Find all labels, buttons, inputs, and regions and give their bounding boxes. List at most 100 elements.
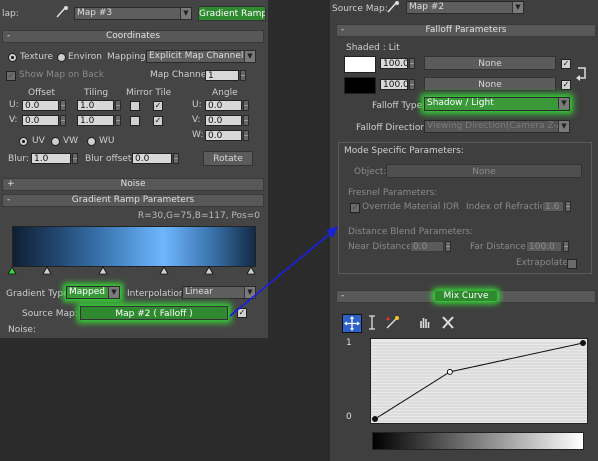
map-type-button[interactable]: Gradient Ramp bbox=[198, 6, 266, 21]
u-angle-spinner[interactable] bbox=[243, 100, 249, 111]
w-angle-spinner[interactable] bbox=[243, 130, 249, 141]
falloff-type-dropdown[interactable]: Shadow / Light ▼ bbox=[424, 97, 570, 111]
v-tiling-field[interactable]: 1.0 bbox=[77, 115, 114, 126]
uv-radio[interactable] bbox=[19, 137, 28, 146]
override-ior-checkbox[interactable]: ✓ bbox=[350, 203, 360, 213]
eyedropper-icon[interactable] bbox=[386, 0, 400, 14]
show-map-on-back-checkbox[interactable]: ✓ bbox=[6, 71, 16, 81]
far-distance-field[interactable]: 100.0 bbox=[526, 241, 562, 252]
blur-label: Blur: bbox=[8, 154, 29, 164]
texture-label: Texture bbox=[20, 52, 53, 62]
row1-enable-checkbox[interactable]: ✓ bbox=[561, 59, 571, 69]
vw-radio[interactable] bbox=[51, 137, 60, 146]
near-distance-spinner[interactable] bbox=[445, 241, 451, 252]
map-channel-label: Map Channel: bbox=[150, 70, 212, 80]
v-angle-label: V: bbox=[192, 115, 201, 125]
u-mirror-checkbox[interactable] bbox=[130, 101, 140, 111]
u-offset-field[interactable]: 0.0 bbox=[22, 100, 59, 111]
curve-control-point[interactable] bbox=[372, 416, 378, 422]
wu-label: WU bbox=[99, 136, 115, 146]
back-color-swatch[interactable] bbox=[344, 77, 376, 94]
far-distance-spinner[interactable] bbox=[563, 241, 569, 252]
chevron-down-icon: ▼ bbox=[180, 8, 191, 19]
chevron-down-icon: ▼ bbox=[558, 98, 569, 109]
near-distance-label: Near Distance: bbox=[348, 242, 415, 252]
delete-point-icon[interactable] bbox=[440, 314, 456, 331]
curve-toolbar bbox=[342, 314, 592, 333]
scale-point-icon[interactable] bbox=[364, 314, 380, 331]
gradient-ramp-rollout-header[interactable]: - Gradient Ramp Parameters bbox=[2, 194, 264, 207]
u-tiling-spinner[interactable] bbox=[115, 100, 121, 111]
row2-amount-spinner[interactable] bbox=[409, 79, 415, 90]
object-label: Object: bbox=[354, 167, 387, 177]
show-map-on-back-label: Show Map on Back bbox=[19, 70, 104, 80]
blur-spinner[interactable] bbox=[72, 153, 78, 164]
noise-rollout-header[interactable]: + Noise bbox=[2, 178, 264, 191]
texture-radio[interactable] bbox=[8, 53, 17, 62]
gradient-type-dropdown[interactable]: Mapped ▼ bbox=[66, 286, 120, 299]
blur-field[interactable]: 1.0 bbox=[31, 153, 71, 164]
blur-offset-field[interactable]: 0.0 bbox=[132, 153, 172, 164]
right-material-panel: Source Map: Map #2 ▼ - Falloff Parameters … bbox=[330, 0, 598, 461]
mapping-dropdown[interactable]: Explicit Map Channel ▼ bbox=[146, 50, 256, 63]
source-map-label: Source Map: bbox=[332, 4, 388, 14]
v-tile-checkbox[interactable]: ✓ bbox=[153, 116, 163, 126]
row1-amount-spinner[interactable] bbox=[409, 58, 415, 69]
curve-control-point[interactable] bbox=[580, 340, 586, 346]
row2-amount-field[interactable]: 100.0 bbox=[380, 79, 408, 90]
noise-group-label: Noise: bbox=[8, 325, 36, 335]
tiling-label: Tiling bbox=[84, 88, 109, 98]
falloff-direction-label: Falloff Direction: bbox=[356, 123, 430, 133]
falloff-direction-dropdown[interactable]: Viewing Direction(Camera Z-Axis) ▼ bbox=[424, 120, 570, 133]
rotate-button[interactable]: Rotate bbox=[203, 151, 253, 166]
object-picker-button[interactable]: None bbox=[386, 164, 582, 178]
eyedropper-icon[interactable] bbox=[55, 5, 69, 19]
u-angle-field[interactable]: 0.0 bbox=[205, 100, 242, 111]
pan-hand-icon[interactable] bbox=[416, 314, 432, 331]
u-offset-spinner[interactable] bbox=[60, 100, 66, 111]
gradient-flag-markers[interactable] bbox=[6, 265, 260, 275]
u-tile-checkbox[interactable]: ✓ bbox=[153, 101, 163, 111]
mix-curve-rollout-header[interactable]: - Mix Curve bbox=[336, 290, 596, 303]
environ-radio[interactable] bbox=[57, 53, 66, 62]
row1-map-button[interactable]: None bbox=[424, 56, 556, 70]
vw-label: VW bbox=[63, 136, 79, 146]
w-angle-field[interactable]: 0.0 bbox=[205, 130, 242, 141]
front-color-swatch[interactable] bbox=[344, 56, 376, 73]
shaded-lit-label: Shaded : Lit bbox=[346, 43, 400, 53]
row1-amount-field[interactable]: 100.0 bbox=[380, 58, 408, 69]
fresnel-label: Fresnel Parameters: bbox=[348, 188, 438, 198]
blur-offset-spinner[interactable] bbox=[173, 153, 179, 164]
coordinates-rollout-header[interactable]: - Coordinates bbox=[2, 30, 264, 43]
row2-map-button[interactable]: None bbox=[424, 77, 556, 91]
uv-label: UV bbox=[32, 136, 45, 146]
mix-curve-graph[interactable] bbox=[370, 338, 588, 424]
map-channel-field[interactable]: 1 bbox=[205, 70, 239, 81]
wu-radio[interactable] bbox=[87, 137, 96, 146]
curve-control-point[interactable] bbox=[446, 368, 453, 375]
map-label: lap: bbox=[2, 9, 19, 19]
v-offset-field[interactable]: 0.0 bbox=[22, 115, 59, 126]
falloff-rollout-header[interactable]: - Falloff Parameters bbox=[336, 24, 596, 37]
insert-point-icon[interactable] bbox=[384, 314, 402, 331]
row2-enable-checkbox[interactable]: ✓ bbox=[561, 80, 571, 90]
source-map-button[interactable]: Map #2 ( Falloff ) bbox=[80, 306, 228, 320]
swap-colors-icon[interactable] bbox=[575, 64, 589, 84]
map-name-field[interactable]: Map #3 ▼ bbox=[74, 7, 192, 20]
v-mirror-checkbox[interactable] bbox=[130, 116, 140, 126]
ior-field[interactable]: 1.6 bbox=[542, 201, 564, 212]
map-channel-spinner[interactable] bbox=[240, 70, 246, 81]
extrapolate-checkbox[interactable] bbox=[567, 259, 577, 269]
u-tiling-field[interactable]: 1.0 bbox=[77, 100, 114, 111]
v-offset-spinner[interactable] bbox=[60, 115, 66, 126]
source-map-label: Source Map: bbox=[22, 309, 78, 319]
v-angle-spinner[interactable] bbox=[243, 115, 249, 126]
ior-spinner[interactable] bbox=[565, 201, 571, 212]
curve-output-gradient bbox=[372, 432, 584, 450]
v-angle-field[interactable]: 0.0 bbox=[205, 115, 242, 126]
v-tiling-spinner[interactable] bbox=[115, 115, 121, 126]
gradient-ramp-bar[interactable] bbox=[12, 226, 256, 267]
environ-label: Environ bbox=[68, 52, 102, 62]
near-distance-field[interactable]: 0.0 bbox=[410, 241, 444, 252]
map-name-field[interactable]: Map #2 ▼ bbox=[406, 1, 524, 14]
